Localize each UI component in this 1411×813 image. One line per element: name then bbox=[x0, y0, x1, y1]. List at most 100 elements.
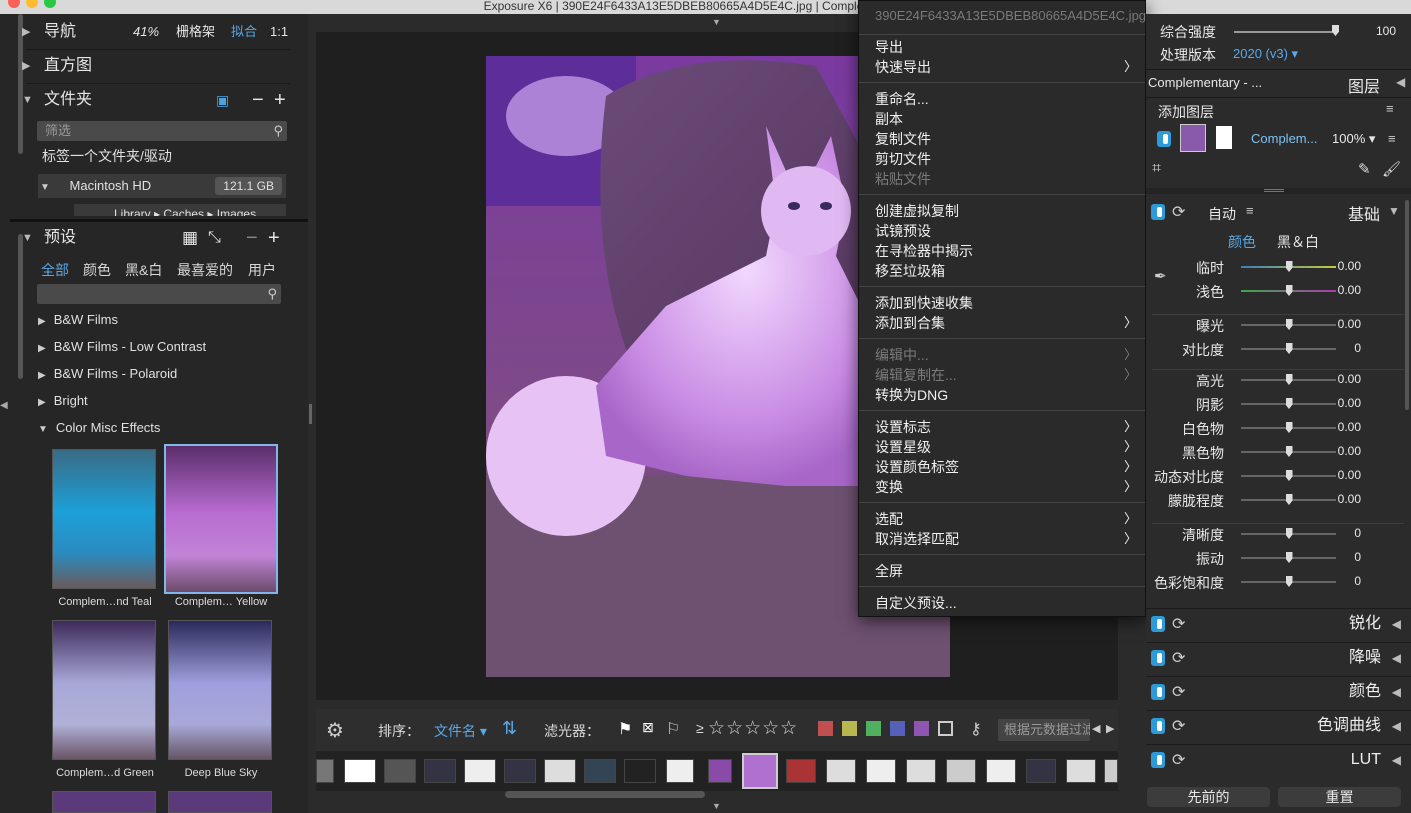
slider-knob[interactable] bbox=[1285, 494, 1293, 505]
color-label-purple[interactable] bbox=[914, 721, 929, 736]
film-thumbnail[interactable] bbox=[504, 759, 536, 783]
layer-name[interactable]: Complem... bbox=[1251, 131, 1317, 146]
folder-search-input[interactable]: 筛选 ⚲ bbox=[37, 121, 287, 141]
left-resize-handle[interactable] bbox=[309, 404, 312, 424]
menu-item-audition-preset[interactable]: 试镜预设 bbox=[875, 221, 1137, 241]
crop-icon[interactable]: ⌗ bbox=[1152, 160, 1161, 178]
basic-toggle[interactable] bbox=[1151, 204, 1165, 220]
mode-bw-tab[interactable]: 黑＆白 bbox=[1277, 232, 1319, 252]
slider-knob[interactable] bbox=[1285, 285, 1293, 296]
sort-dropdown[interactable]: 文件名 ▾ bbox=[434, 721, 487, 741]
tab-all[interactable]: 全部 bbox=[41, 260, 69, 280]
layer-thumbnail[interactable] bbox=[1180, 124, 1206, 152]
color-label-green[interactable] bbox=[866, 721, 881, 736]
menu-item-fullscreen[interactable]: 全屏 bbox=[875, 561, 1137, 581]
preset-group-expanded[interactable]: ▼ Color Misc Effects bbox=[38, 420, 160, 435]
color-label-yellow[interactable] bbox=[842, 721, 857, 736]
color-label-blue[interactable] bbox=[890, 721, 905, 736]
eraser-icon[interactable]: ✎ bbox=[1358, 160, 1371, 178]
preset-thumbnail[interactable] bbox=[52, 449, 156, 589]
tag-folder-label[interactable]: 标签一个文件夹/驱动 bbox=[42, 146, 172, 166]
flag-none-icon[interactable]: ⚐ bbox=[666, 719, 680, 739]
version-dropdown[interactable]: 2020 (v3) ▾ bbox=[1233, 46, 1298, 62]
menu-item-add-quick-collection[interactable]: 添加到快速收集 bbox=[875, 293, 1137, 313]
layer-visibility-toggle[interactable] bbox=[1157, 131, 1171, 147]
menu-item-select-match[interactable]: 选配〉 bbox=[875, 509, 1137, 529]
film-thumbnail[interactable] bbox=[986, 759, 1016, 783]
section-sharpen[interactable]: ⟳ 锐化 ◀ bbox=[1146, 608, 1411, 638]
film-thumbnail-selected[interactable] bbox=[742, 753, 778, 789]
menu-item-move-to-trash[interactable]: 移至垃圾箱 bbox=[875, 261, 1137, 281]
menu-item-reveal-in-finder[interactable]: 在寻检器中揭示 bbox=[875, 241, 1137, 261]
folders-header[interactable]: ▼ 文件夹 ▣ − + bbox=[22, 85, 290, 115]
left-scrollbar-bottom[interactable] bbox=[18, 234, 23, 379]
film-thumbnail[interactable] bbox=[464, 759, 496, 783]
reset-icon[interactable]: ⟳ bbox=[1172, 202, 1185, 222]
film-thumbnail[interactable] bbox=[424, 759, 456, 783]
film-thumbnail[interactable] bbox=[544, 759, 576, 783]
film-thumbnail[interactable] bbox=[1026, 759, 1056, 783]
menu-item-quick-export[interactable]: 快速导出〉 bbox=[875, 57, 1137, 77]
flag-pick-icon[interactable]: ⚑ bbox=[618, 719, 632, 739]
section-color[interactable]: ⟳ 颜色 ◀ bbox=[1146, 676, 1411, 706]
tab-user[interactable]: 用户 bbox=[248, 260, 276, 280]
preset-group[interactable]: ▶ B&W Films - Low Contrast bbox=[38, 339, 206, 354]
rating-operator[interactable]: ≥ bbox=[696, 720, 704, 736]
basic-collapse-icon[interactable]: ▼ bbox=[1388, 204, 1400, 218]
film-thumbnail[interactable] bbox=[906, 759, 936, 783]
menu-item-virtual-copy[interactable]: 创建虚拟复制 bbox=[875, 201, 1137, 221]
menu-item-cut-file[interactable]: 剪切文件 bbox=[875, 149, 1137, 169]
preset-group[interactable]: ▶ B&W Films bbox=[38, 312, 118, 327]
bottom-panel-toggle-icon[interactable]: ▼ bbox=[712, 801, 721, 811]
menu-item-custom-preset[interactable]: 自定义预设... bbox=[875, 593, 1137, 613]
slider-knob[interactable] bbox=[1285, 398, 1293, 409]
menu-item-set-color-label[interactable]: 设置颜色标签〉 bbox=[875, 457, 1137, 477]
preset-search-input[interactable]: ⚲ bbox=[37, 284, 281, 304]
zoom-window-button[interactable] bbox=[44, 0, 56, 8]
layer-opacity[interactable]: 100% ▾ bbox=[1332, 131, 1375, 147]
film-thumbnail[interactable] bbox=[826, 759, 856, 783]
flag-reject-icon[interactable]: ⊠ bbox=[642, 719, 654, 736]
layer-mask-thumbnail[interactable] bbox=[1216, 126, 1232, 149]
menu-item-add-to-collection[interactable]: 添加到合集〉 bbox=[875, 313, 1137, 333]
tab-bw[interactable]: 黑&白 bbox=[125, 260, 162, 280]
menu-item-rename[interactable]: 重命名... bbox=[875, 89, 1137, 109]
scroll-right-icon[interactable]: ▶ bbox=[1106, 722, 1114, 735]
menu-item-duplicate[interactable]: 副本 bbox=[875, 109, 1137, 129]
preset-thumbnail[interactable] bbox=[168, 791, 272, 813]
layer-options-icon[interactable]: ≡ bbox=[1388, 131, 1396, 146]
section-lut[interactable]: ⟳ LUT ◀ bbox=[1146, 744, 1411, 774]
add-layer-button[interactable]: 添加图层 bbox=[1158, 102, 1214, 122]
film-thumbnail[interactable] bbox=[666, 759, 694, 783]
basic-menu-icon[interactable]: ≡ bbox=[1246, 203, 1254, 218]
slider-knob[interactable] bbox=[1285, 446, 1293, 457]
slider-knob[interactable] bbox=[1285, 576, 1293, 587]
preset-thumbnail[interactable] bbox=[52, 791, 156, 813]
menu-item-set-flag[interactable]: 设置标志〉 bbox=[875, 417, 1137, 437]
preset-group[interactable]: ▶ Bright bbox=[38, 393, 88, 408]
top-panel-toggle-icon[interactable]: ▼ bbox=[712, 17, 721, 27]
tab-favorites[interactable]: 最喜爱的 bbox=[177, 260, 233, 280]
grid-view-button[interactable]: 栅格架 bbox=[176, 17, 215, 47]
folder-icon[interactable]: ▣ bbox=[216, 85, 229, 115]
color-label-red[interactable] bbox=[818, 721, 833, 736]
navigator-header[interactable]: ▶ 导航 41% 栅格架 拟合 1:1 bbox=[22, 17, 290, 47]
minimize-window-button[interactable] bbox=[26, 0, 38, 8]
section-tone-curve[interactable]: ⟳ 色调曲线 ◀ bbox=[1146, 710, 1411, 740]
mode-color-tab[interactable]: 颜色 bbox=[1228, 232, 1256, 252]
slider-knob[interactable] bbox=[1285, 374, 1293, 385]
auto-button[interactable]: 自动 bbox=[1208, 204, 1236, 224]
menu-item-deselect-match[interactable]: 取消选择匹配〉 bbox=[875, 529, 1137, 549]
film-thumbnail[interactable] bbox=[1066, 759, 1096, 783]
previous-button[interactable]: 先前的 bbox=[1147, 787, 1270, 807]
slider-knob[interactable] bbox=[1285, 552, 1293, 563]
film-thumbnail[interactable] bbox=[624, 759, 656, 783]
gear-icon[interactable]: ⚙ bbox=[326, 718, 344, 743]
film-thumbnail[interactable] bbox=[786, 759, 816, 783]
slider-knob[interactable] bbox=[1285, 528, 1293, 539]
slider-knob[interactable] bbox=[1285, 261, 1293, 272]
preset-thumbnail[interactable] bbox=[52, 620, 156, 760]
film-thumbnail[interactable] bbox=[384, 759, 416, 783]
filmstrip-scrollbar[interactable] bbox=[505, 791, 705, 798]
close-window-button[interactable] bbox=[8, 0, 20, 8]
